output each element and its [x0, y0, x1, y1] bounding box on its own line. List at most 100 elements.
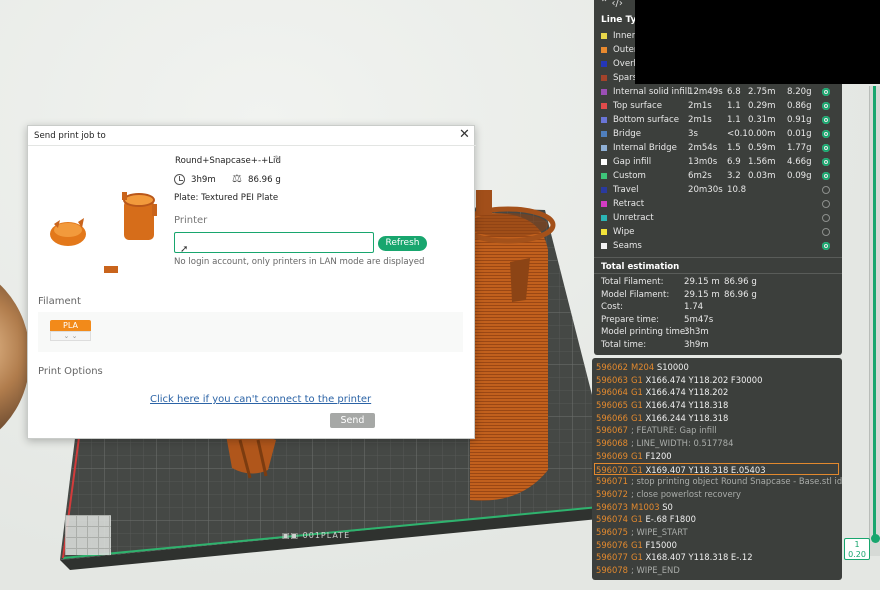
line-type-weight: 0.91g — [787, 115, 812, 125]
gcode-line-current: 596070 G1 X169.407 Y118.318 E.05403 — [594, 462, 839, 476]
line-type-length: 0.31m — [748, 115, 776, 125]
layer-slider-thumb[interactable] — [871, 534, 880, 543]
legend-row: Top surface 2m1s 1.1 0.29m 0.86g — [594, 99, 842, 113]
visibility-eye-icon[interactable] — [822, 242, 830, 250]
layer-slider[interactable] — [869, 86, 880, 556]
legend-divider — [594, 257, 842, 258]
filament-chip-pla[interactable]: PLA — [50, 320, 91, 331]
line-type-name: Seams — [613, 241, 642, 251]
gcode-line: 596066 G1 X166.244 Y118.318 — [592, 412, 842, 425]
line-type-length: 2.75m — [748, 87, 776, 97]
total-row: Total Filament: 29.15 m 86.96 g — [594, 276, 842, 289]
visibility-eye-icon[interactable] — [822, 172, 830, 180]
gcode-arguments: F15000 — [642, 539, 677, 550]
line-type-swatch — [601, 215, 607, 221]
legend-row: Unretract — [594, 211, 842, 225]
line-type-percent: 6.9 — [727, 157, 741, 167]
line-type-swatch — [601, 243, 607, 249]
print-time: 3h9m — [191, 175, 216, 185]
gcode-arguments: X166.244 Y118.318 — [642, 412, 729, 423]
total-row: Prepare time: 5m47s — [594, 314, 842, 327]
gcode-arguments: X166.474 Y118.202 F30000 — [642, 374, 763, 385]
visibility-eye-icon[interactable] — [822, 102, 830, 110]
visibility-eye-icon[interactable] — [822, 116, 830, 124]
line-type-length: 0.29m — [748, 101, 776, 111]
gcode-arguments: X166.474 Y118.318 — [642, 400, 729, 411]
gcode-line-number: 596076 — [596, 539, 628, 550]
gcode-comment: ; close powerlost recovery — [631, 488, 742, 499]
visibility-eye-icon[interactable] — [822, 200, 830, 208]
visibility-eye-icon[interactable] — [822, 158, 830, 166]
visibility-eye-icon[interactable] — [822, 228, 830, 236]
gcode-arguments: X168.407 Y118.318 E-.12 — [642, 552, 753, 563]
line-type-percent: 1.5 — [727, 143, 741, 153]
total-value: 1.74 — [684, 302, 704, 313]
line-type-name: Internal Bridge — [613, 143, 677, 153]
line-type-swatch — [601, 89, 607, 95]
clock-icon — [174, 174, 185, 185]
gcode-line-number: 596069 — [596, 450, 628, 461]
gcode-command: G1 — [631, 412, 643, 423]
legend-row: Wipe — [594, 225, 842, 239]
line-type-time: 6m2s — [688, 171, 712, 181]
printer-select[interactable] — [174, 232, 374, 253]
gcode-line: 596072; close powerlost recovery — [592, 488, 842, 501]
line-type-name: Spars — [613, 73, 638, 83]
model-name: Round+Snapcase+-+Lid — [175, 156, 281, 166]
edit-pencil-icon[interactable]: ✎ — [274, 155, 282, 165]
line-type-time: 3s — [688, 129, 698, 139]
gcode-line-number: 596075 — [596, 526, 628, 537]
gcode-line: 596067; FEATURE: Gap infill — [592, 424, 842, 437]
dialog-title: Send print job to — [34, 131, 106, 141]
total-value: 5m47s — [684, 314, 714, 325]
refresh-button[interactable]: Refresh — [378, 236, 427, 251]
gcode-line-number: 596073 — [596, 501, 628, 512]
gcode-line: 596065 G1 X166.474 Y118.318 — [592, 399, 842, 412]
gcode-comment: ; WIPE_START — [631, 526, 688, 537]
total-value: 29.15 m — [684, 277, 720, 287]
close-icon[interactable]: ✕ — [459, 127, 470, 142]
gcode-line: 596069 G1 F1200 — [592, 450, 842, 463]
line-type-swatch — [601, 117, 607, 123]
gcode-command: G1 — [631, 539, 643, 550]
line-type-time: 2m1s — [688, 115, 712, 125]
plate-type: Plate: Textured PEI Plate — [174, 193, 279, 203]
gcode-viewer[interactable]: 596062 M204 S10000 596063 G1 X166.474 Y118.… — [592, 358, 842, 580]
gcode-line-number: 596071 — [596, 476, 628, 487]
visibility-eye-icon[interactable] — [822, 214, 830, 222]
layer-readout: 1 0.20 — [844, 538, 870, 560]
filament-dropdown-chevron-icon[interactable]: ⌄ ⌄ — [50, 331, 91, 341]
gcode-line-number: 596074 — [596, 514, 628, 525]
gcode-line: 596063 G1 X166.474 Y118.202 F30000 — [592, 374, 842, 387]
gcode-line-number: 596063 — [596, 374, 628, 385]
gcode-line: 596068; LINE_WIDTH: 0.517784 — [592, 437, 842, 450]
cant-connect-link[interactable]: Click here if you can't connect to the p… — [150, 394, 371, 405]
legend-row: Bottom surface 2m1s 1.1 0.31m 0.91g — [594, 113, 842, 127]
weight-icon: ⚖ — [232, 172, 242, 185]
gcode-line-number: 596067 — [596, 425, 628, 436]
gcode-arguments: S10000 — [654, 362, 689, 372]
gcode-arguments: X169.407 Y118.318 E.05403 — [642, 464, 766, 475]
visibility-eye-icon[interactable] — [822, 144, 830, 152]
gcode-line-number: 596064 — [596, 387, 628, 398]
visibility-eye-icon[interactable] — [822, 130, 830, 138]
legend-toggle-icons[interactable]: ⌃ ‹/› — [600, 0, 623, 9]
visibility-eye-icon[interactable] — [822, 88, 830, 96]
plate-thumbnail — [50, 192, 157, 273]
line-type-name: Bridge — [613, 129, 642, 139]
layer-readout-bottom: 0.20 — [848, 550, 866, 559]
total-key: Model printing time: — [601, 327, 689, 338]
send-button[interactable]: Send — [330, 413, 375, 428]
line-type-swatch — [601, 103, 607, 109]
gcode-command: G1 — [631, 387, 643, 398]
gcode-line: 596062 M204 S10000 — [592, 361, 842, 374]
line-type-name: Gap infill — [613, 157, 652, 167]
line-type-swatch — [601, 159, 607, 165]
print-options-label: Print Options — [38, 366, 103, 377]
line-type-name: Wipe — [613, 227, 635, 237]
total-value: 29.15 m — [684, 289, 720, 300]
visibility-eye-icon[interactable] — [822, 186, 830, 194]
gcode-comment: ; FEATURE: Gap infill — [631, 425, 717, 436]
line-type-weight: 4.66g — [787, 157, 812, 167]
line-type-swatch — [601, 33, 607, 39]
